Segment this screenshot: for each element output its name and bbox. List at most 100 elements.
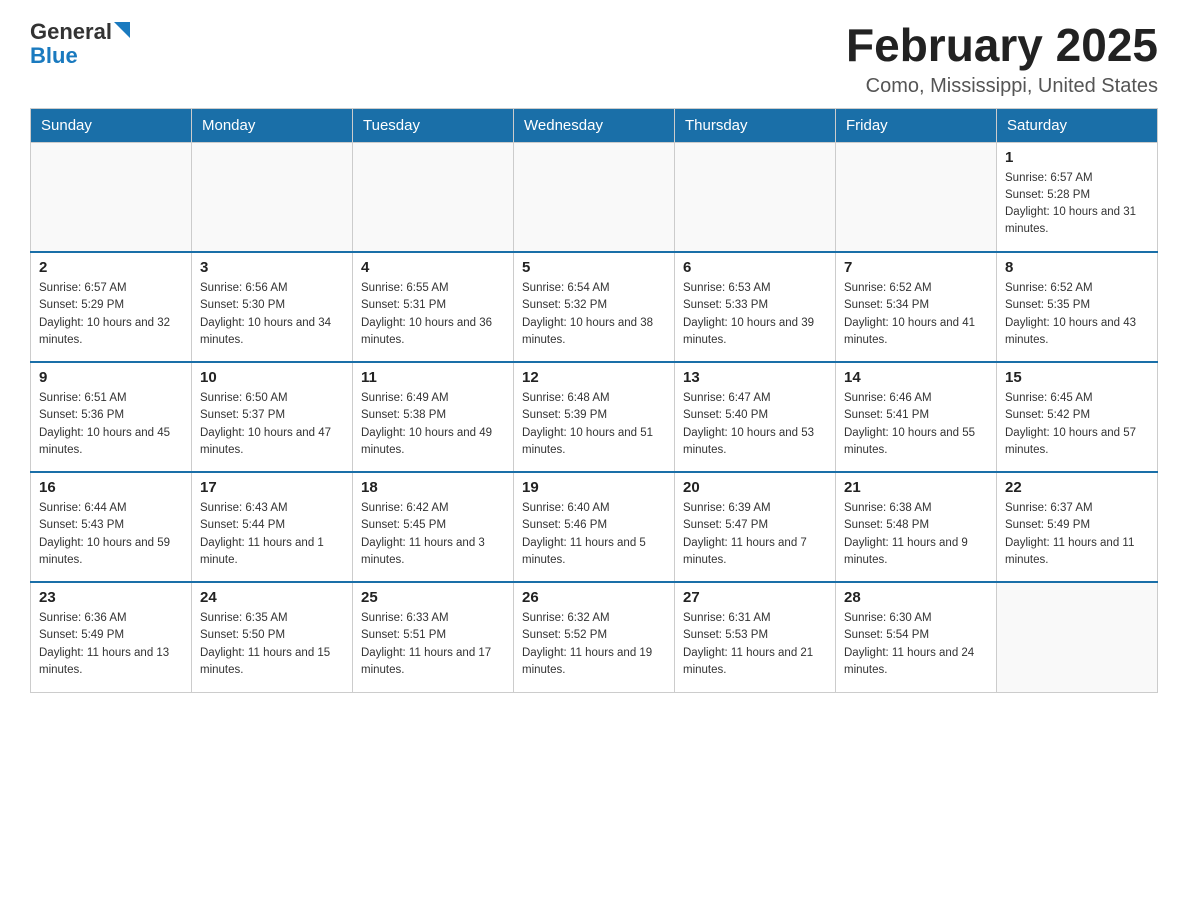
calendar-day-cell: 10 Sunrise: 6:50 AMSunset: 5:37 PMDayligh…: [192, 362, 353, 472]
day-number: 13: [683, 369, 827, 386]
day-number: 11: [361, 369, 505, 386]
calendar-day-cell: 13Sunrise: 6:47 AMSunset: 5:40 PMDayligh…: [675, 362, 836, 472]
calendar-day-cell: 19 Sunrise: 6:40 AMSunset: 5:46 PMDayligh…: [514, 472, 675, 582]
day-info: Sunrise: 6:52 AMSunset: 5:35 PMDaylight:…: [1005, 280, 1149, 349]
calendar-day-cell: [192, 142, 353, 252]
calendar-week-row: 2 Sunrise: 6:57 AMSunset: 5:29 PMDaylight…: [31, 252, 1158, 362]
day-info: Sunrise: 6:56 AMSunset: 5:30 PMDaylight:…: [200, 280, 344, 349]
day-number: 24: [200, 589, 344, 606]
calendar-day-cell: 11 Sunrise: 6:49 AMSunset: 5:38 PMDayligh…: [353, 362, 514, 472]
day-number: 8: [1005, 259, 1149, 276]
day-info: Sunrise: 6:50 AMSunset: 5:37 PMDaylight:…: [200, 390, 344, 459]
day-info: Sunrise: 6:44 AMSunset: 5:43 PMDaylight:…: [39, 500, 183, 569]
calendar-day-cell: [353, 142, 514, 252]
calendar-day-cell: 2 Sunrise: 6:57 AMSunset: 5:29 PMDaylight…: [31, 252, 192, 362]
calendar-table: SundayMondayTuesdayWednesdayThursdayFrid…: [30, 108, 1158, 693]
calendar-day-cell: 18 Sunrise: 6:42 AMSunset: 5:45 PMDayligh…: [353, 472, 514, 582]
day-number: 6: [683, 259, 827, 276]
day-number: 21: [844, 479, 988, 496]
day-info: Sunrise: 6:42 AMSunset: 5:45 PMDaylight:…: [361, 500, 505, 569]
day-number: 25: [361, 589, 505, 606]
day-number: 23: [39, 589, 183, 606]
day-number: 1: [1005, 149, 1149, 166]
calendar-day-cell: 4 Sunrise: 6:55 AMSunset: 5:31 PMDaylight…: [353, 252, 514, 362]
calendar-day-cell: 20 Sunrise: 6:39 AMSunset: 5:47 PMDayligh…: [675, 472, 836, 582]
day-number: 2: [39, 259, 183, 276]
calendar-day-cell: 21 Sunrise: 6:38 AMSunset: 5:48 PMDayligh…: [836, 472, 997, 582]
calendar-day-cell: 14 Sunrise: 6:46 AMSunset: 5:41 PMDayligh…: [836, 362, 997, 472]
day-number: 26: [522, 589, 666, 606]
day-info: Sunrise: 6:36 AMSunset: 5:49 PMDaylight:…: [39, 610, 183, 679]
day-number: 16: [39, 479, 183, 496]
day-info: Sunrise: 6:33 AMSunset: 5:51 PMDaylight:…: [361, 610, 505, 679]
page-header: General Blue February 2025 Como, Mississ…: [30, 20, 1158, 98]
calendar-day-cell: 6 Sunrise: 6:53 AMSunset: 5:33 PMDaylight…: [675, 252, 836, 362]
calendar-header-monday: Monday: [192, 108, 353, 142]
day-info: Sunrise: 6:54 AMSunset: 5:32 PMDaylight:…: [522, 280, 666, 349]
calendar-day-cell: 12 Sunrise: 6:48 AMSunset: 5:39 PMDayligh…: [514, 362, 675, 472]
day-number: 22: [1005, 479, 1149, 496]
calendar-header-saturday: Saturday: [997, 108, 1158, 142]
title-block: February 2025 Como, Mississippi, United …: [846, 20, 1158, 98]
day-number: 18: [361, 479, 505, 496]
calendar-header-wednesday: Wednesday: [514, 108, 675, 142]
logo-general-text: General: [30, 20, 112, 44]
calendar-day-cell: 25 Sunrise: 6:33 AMSunset: 5:51 PMDayligh…: [353, 582, 514, 692]
day-info: Sunrise: 6:43 AMSunset: 5:44 PMDaylight:…: [200, 500, 344, 569]
logo: General Blue: [30, 20, 130, 68]
calendar-week-row: 23 Sunrise: 6:36 AMSunset: 5:49 PMDayligh…: [31, 582, 1158, 692]
day-info: Sunrise: 6:45 AMSunset: 5:42 PMDaylight:…: [1005, 390, 1149, 459]
day-info: Sunrise: 6:55 AMSunset: 5:31 PMDaylight:…: [361, 280, 505, 349]
logo-blue-text: Blue: [30, 43, 78, 68]
day-info: Sunrise: 6:38 AMSunset: 5:48 PMDaylight:…: [844, 500, 988, 569]
day-number: 4: [361, 259, 505, 276]
calendar-day-cell: 22 Sunrise: 6:37 AMSunset: 5:49 PMDayligh…: [997, 472, 1158, 582]
day-info: Sunrise: 6:31 AMSunset: 5:53 PMDaylight:…: [683, 610, 827, 679]
day-number: 10: [200, 369, 344, 386]
day-info: Sunrise: 6:37 AMSunset: 5:49 PMDaylight:…: [1005, 500, 1149, 569]
day-number: 12: [522, 369, 666, 386]
calendar-day-cell: 3 Sunrise: 6:56 AMSunset: 5:30 PMDaylight…: [192, 252, 353, 362]
calendar-day-cell: [675, 142, 836, 252]
day-info: Sunrise: 6:39 AMSunset: 5:47 PMDaylight:…: [683, 500, 827, 569]
day-number: 17: [200, 479, 344, 496]
calendar-day-cell: 24Sunrise: 6:35 AMSunset: 5:50 PMDayligh…: [192, 582, 353, 692]
calendar-day-cell: 5 Sunrise: 6:54 AMSunset: 5:32 PMDaylight…: [514, 252, 675, 362]
day-number: 27: [683, 589, 827, 606]
calendar-day-cell: 16 Sunrise: 6:44 AMSunset: 5:43 PMDayligh…: [31, 472, 192, 582]
calendar-day-cell: 27 Sunrise: 6:31 AMSunset: 5:53 PMDayligh…: [675, 582, 836, 692]
calendar-header-friday: Friday: [836, 108, 997, 142]
day-number: 19: [522, 479, 666, 496]
day-info: Sunrise: 6:57 AMSunset: 5:28 PMDaylight:…: [1005, 170, 1149, 239]
month-title: February 2025: [846, 20, 1158, 71]
day-info: Sunrise: 6:53 AMSunset: 5:33 PMDaylight:…: [683, 280, 827, 349]
calendar-week-row: 16 Sunrise: 6:44 AMSunset: 5:43 PMDayligh…: [31, 472, 1158, 582]
calendar-day-cell: 1 Sunrise: 6:57 AMSunset: 5:28 PMDaylight…: [997, 142, 1158, 252]
day-info: Sunrise: 6:57 AMSunset: 5:29 PMDaylight:…: [39, 280, 183, 349]
calendar-day-cell: 15 Sunrise: 6:45 AMSunset: 5:42 PMDayligh…: [997, 362, 1158, 472]
calendar-header-sunday: Sunday: [31, 108, 192, 142]
day-info: Sunrise: 6:32 AMSunset: 5:52 PMDaylight:…: [522, 610, 666, 679]
calendar-day-cell: [997, 582, 1158, 692]
day-number: 20: [683, 479, 827, 496]
day-number: 7: [844, 259, 988, 276]
calendar-header-thursday: Thursday: [675, 108, 836, 142]
day-info: Sunrise: 6:48 AMSunset: 5:39 PMDaylight:…: [522, 390, 666, 459]
day-number: 9: [39, 369, 183, 386]
calendar-week-row: 9 Sunrise: 6:51 AMSunset: 5:36 PMDaylight…: [31, 362, 1158, 472]
day-number: 15: [1005, 369, 1149, 386]
day-info: Sunrise: 6:46 AMSunset: 5:41 PMDaylight:…: [844, 390, 988, 459]
calendar-header-tuesday: Tuesday: [353, 108, 514, 142]
day-info: Sunrise: 6:49 AMSunset: 5:38 PMDaylight:…: [361, 390, 505, 459]
day-number: 28: [844, 589, 988, 606]
day-info: Sunrise: 6:51 AMSunset: 5:36 PMDaylight:…: [39, 390, 183, 459]
day-info: Sunrise: 6:40 AMSunset: 5:46 PMDaylight:…: [522, 500, 666, 569]
location-text: Como, Mississippi, United States: [846, 75, 1158, 98]
calendar-day-cell: 8 Sunrise: 6:52 AMSunset: 5:35 PMDaylight…: [997, 252, 1158, 362]
day-number: 5: [522, 259, 666, 276]
day-number: 3: [200, 259, 344, 276]
day-info: Sunrise: 6:52 AMSunset: 5:34 PMDaylight:…: [844, 280, 988, 349]
day-number: 14: [844, 369, 988, 386]
calendar-day-cell: 17 Sunrise: 6:43 AMSunset: 5:44 PMDayligh…: [192, 472, 353, 582]
day-info: Sunrise: 6:30 AMSunset: 5:54 PMDaylight:…: [844, 610, 988, 679]
